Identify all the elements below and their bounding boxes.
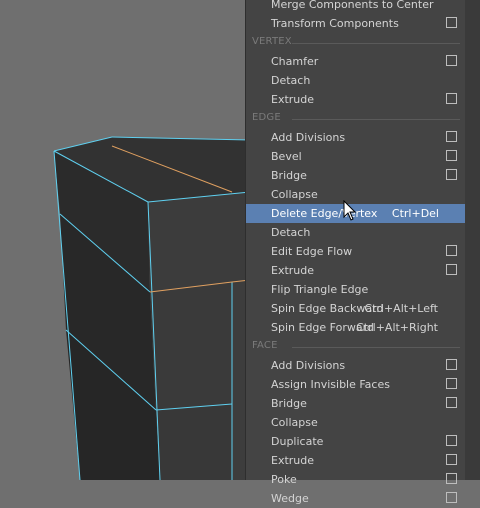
menu-item-label: Duplicate — [271, 435, 324, 448]
menu-item-bridge[interactable]: Bridge — [246, 166, 466, 185]
menu-item-label: Collapse — [271, 188, 318, 201]
menu-item-extrude[interactable]: Extrude — [246, 261, 466, 280]
menu-item-label: Chamfer — [271, 55, 319, 68]
option-box-icon[interactable] — [446, 150, 457, 161]
menu-item-label: Collapse — [271, 416, 318, 429]
menu-item-add-divisions[interactable]: Add Divisions — [246, 356, 466, 375]
menu-item-label: Bridge — [271, 169, 307, 182]
menu-item-label: Flip Triangle Edge — [271, 283, 369, 296]
menu-item-label: Detach — [271, 74, 311, 87]
menu-item-transform-components[interactable]: Transform Components — [246, 14, 466, 33]
option-box-icon[interactable] — [446, 359, 457, 370]
option-box-icon[interactable] — [446, 17, 457, 28]
option-box-icon[interactable] — [446, 454, 457, 465]
marking-menu-panel: Merge Components to Center Transform Comp… — [245, 0, 466, 505]
menu-item-extrude[interactable]: Extrude — [246, 451, 466, 470]
menu-item-merge-components-to-center[interactable]: Merge Components to Center — [246, 0, 466, 14]
mouse-cursor-icon — [343, 200, 357, 221]
menu-item-add-divisions[interactable]: Add Divisions — [246, 128, 466, 147]
menu-item-label: Extrude — [271, 93, 315, 106]
option-box-icon[interactable] — [446, 169, 457, 180]
menu-item-detach[interactable]: Detach — [246, 223, 466, 242]
section-header-label: VERTEX — [252, 36, 292, 47]
mesh-face-front-middle — [150, 282, 232, 410]
option-box-icon[interactable] — [446, 378, 457, 389]
option-box-icon[interactable] — [446, 473, 457, 484]
menu-item-label: Add Divisions — [271, 131, 346, 144]
menu-item-extrude[interactable]: Extrude — [246, 90, 466, 109]
menu-item-spin-edge-backward[interactable]: Spin Edge Backward Ctrl+Alt+Left — [246, 299, 466, 318]
menu-item-collapse[interactable]: Collapse — [246, 413, 466, 432]
menu-item-flip-triangle-edge[interactable]: Flip Triangle Edge — [246, 280, 466, 299]
option-box-icon[interactable] — [446, 492, 457, 503]
menu-item-shortcut: Ctrl+Del — [391, 207, 439, 220]
section-header-label: EDGE — [252, 112, 281, 123]
section-header-edge: EDGE — [246, 109, 466, 128]
viewport-edge-strip — [465, 0, 480, 480]
menu-item-wedge[interactable]: Wedge — [246, 489, 466, 508]
section-divider — [292, 347, 460, 348]
option-box-icon[interactable] — [446, 55, 457, 66]
section-divider — [292, 119, 460, 120]
menu-item-label: Extrude — [271, 264, 315, 277]
menu-item-edit-edge-flow[interactable]: Edit Edge Flow — [246, 242, 466, 261]
menu-item-chamfer[interactable]: Chamfer — [246, 52, 466, 71]
menu-item-label: Bridge — [271, 397, 307, 410]
menu-item-assign-invisible-faces[interactable]: Assign Invisible Faces — [246, 375, 466, 394]
menu-item-label: Transform Components — [271, 17, 399, 30]
menu-item-label: Delete Edge/Vertex — [271, 207, 378, 220]
menu-item-label: Detach — [271, 226, 311, 239]
menu-item-shortcut: Ctrl+Alt+Right — [356, 321, 438, 334]
option-box-icon[interactable] — [446, 397, 457, 408]
section-header-face: FACE — [246, 337, 466, 356]
menu-item-label: Extrude — [271, 454, 315, 467]
menu-item-duplicate[interactable]: Duplicate — [246, 432, 466, 451]
option-box-icon[interactable] — [446, 435, 457, 446]
option-box-icon[interactable] — [446, 93, 457, 104]
option-box-icon[interactable] — [446, 264, 457, 275]
option-box-icon[interactable] — [446, 131, 457, 142]
mesh-face-front-upper — [148, 192, 250, 292]
menu-item-label: Merge Components to Center — [271, 0, 434, 11]
menu-item-label: Assign Invisible Faces — [271, 378, 390, 391]
menu-item-shortcut: Ctrl+Alt+Left — [364, 302, 438, 315]
menu-item-label: Add Divisions — [271, 359, 346, 372]
menu-item-bridge[interactable]: Bridge — [246, 394, 466, 413]
menu-item-spin-edge-forward[interactable]: Spin Edge Forward Ctrl+Alt+Right — [246, 318, 466, 337]
menu-item-label: Bevel — [271, 150, 302, 163]
menu-item-detach[interactable]: Detach — [246, 71, 466, 90]
menu-item-bevel[interactable]: Bevel — [246, 147, 466, 166]
section-divider — [292, 43, 460, 44]
section-header-vertex: VERTEX — [246, 33, 466, 52]
option-box-icon[interactable] — [446, 245, 457, 256]
section-header-label: FACE — [252, 340, 278, 351]
menu-item-label: Edit Edge Flow — [271, 245, 353, 258]
mesh-face-front-lower — [156, 404, 232, 480]
menu-item-label: Wedge — [271, 492, 309, 505]
